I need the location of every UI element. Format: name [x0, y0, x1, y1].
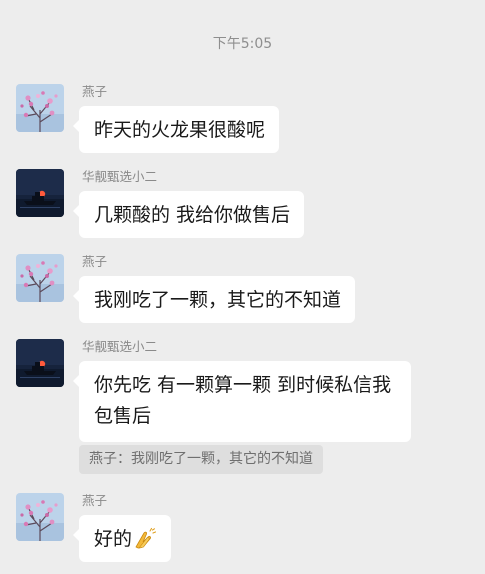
blossom-avatar[interactable]: [16, 84, 64, 132]
message-bubble[interactable]: 好的: [72, 515, 172, 562]
message-bubble[interactable]: 你先吃 有一颗算一颗 到时候私信我 包售后: [73, 361, 411, 442]
folded-hands-emoji-icon: [135, 527, 157, 549]
sender-name: 燕子: [82, 493, 108, 508]
chat-timestamp: 下午5:05: [212, 36, 273, 52]
message-text: 昨天的火龙果很酸呢: [94, 119, 266, 141]
blossom-avatar[interactable]: [16, 254, 64, 302]
message-text: 好的: [94, 528, 133, 550]
message-text: 几颗酸的 我给你做售后: [94, 204, 291, 226]
sender-name: 华靓甄选小二: [82, 339, 158, 354]
message-text: 你先吃 有一颗算一颗 到时候私信我 包售后: [94, 374, 392, 427]
chat-message: 燕子 好的: [16, 493, 476, 565]
blossom-avatar-image: [16, 493, 64, 541]
chat-message: 华靓甄选小二 几颗酸的 我给你做售后: [16, 169, 476, 241]
sender-name: 华靓甄选小二: [82, 169, 158, 184]
ship-sunset-avatar-image: [16, 169, 64, 217]
blossom-avatar[interactable]: [16, 493, 64, 541]
blossom-avatar-image: [16, 254, 64, 302]
blossom-avatar-image: [16, 84, 64, 132]
sender-name: 燕子: [82, 254, 108, 269]
chat-message: 燕子 我刚吃了一颗，其它的不知道: [16, 254, 476, 326]
chat-message: 华靓甄选小二 你先吃 有一颗算一颗 到时候私信我 包售后: [16, 339, 476, 442]
ship-sunset-avatar[interactable]: [16, 339, 64, 387]
ship-sunset-avatar-image: [16, 339, 64, 387]
chat-message: 燕子 昨天的火龙果很酸呢: [16, 84, 476, 156]
sender-name: 燕子: [82, 84, 108, 99]
ship-sunset-avatar[interactable]: [16, 169, 64, 217]
message-bubble[interactable]: 我刚吃了一颗，其它的不知道: [72, 276, 356, 323]
message-bubble[interactable]: 昨天的火龙果很酸呢: [72, 106, 280, 153]
quoted-message[interactable]: 燕子：我刚吃了一颗，其它的不知道: [79, 445, 323, 474]
message-text: 我刚吃了一颗，其它的不知道: [94, 289, 342, 311]
message-bubble[interactable]: 几颗酸的 我给你做售后: [72, 191, 305, 238]
